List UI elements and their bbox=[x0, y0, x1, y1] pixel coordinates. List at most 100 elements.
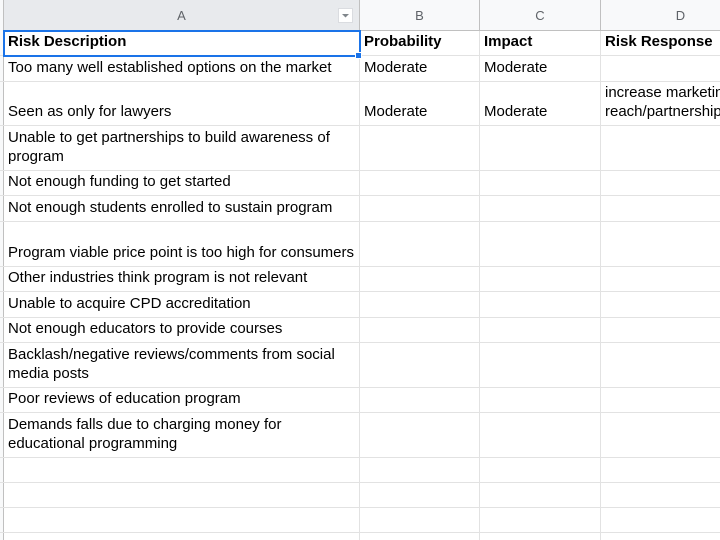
cell-a10[interactable]: Not enough educators to provide courses bbox=[4, 318, 360, 342]
cell-b3[interactable]: Moderate bbox=[360, 82, 480, 125]
cell-a17[interactable] bbox=[4, 533, 360, 540]
cell-d6[interactable] bbox=[601, 196, 720, 221]
cell-c5[interactable] bbox=[480, 171, 601, 195]
cell-a7[interactable]: Program viable price point is too high f… bbox=[4, 222, 360, 266]
cell-b7[interactable] bbox=[360, 222, 480, 266]
cell-a14[interactable] bbox=[4, 458, 360, 482]
cell-text: Seen as only for lawyers bbox=[8, 103, 172, 120]
cell-b16[interactable] bbox=[360, 508, 480, 532]
cell-d13[interactable] bbox=[601, 413, 720, 457]
cell-c14[interactable] bbox=[480, 458, 601, 482]
cell-c10[interactable] bbox=[480, 318, 601, 342]
cell-b5[interactable] bbox=[360, 171, 480, 195]
cell-d11[interactable] bbox=[601, 343, 720, 387]
column-header-row: A B C D bbox=[0, 0, 720, 31]
cell-text: Program viable price point is too high f… bbox=[8, 244, 354, 261]
cell-c4[interactable] bbox=[480, 126, 601, 170]
column-header-c[interactable]: C bbox=[480, 0, 601, 31]
column-header-a[interactable]: A bbox=[4, 0, 360, 31]
table-row bbox=[0, 533, 720, 540]
cell-d4[interactable] bbox=[601, 126, 720, 170]
table-row: Backlash/negative reviews/comments from … bbox=[0, 343, 720, 388]
cell-c17[interactable] bbox=[480, 533, 601, 540]
cell-a4[interactable]: Unable to get partnerships to build awar… bbox=[4, 126, 360, 170]
cell-d7[interactable] bbox=[601, 222, 720, 266]
cell-d14[interactable] bbox=[601, 458, 720, 482]
cell-c13[interactable] bbox=[480, 413, 601, 457]
cell-c8[interactable] bbox=[480, 267, 601, 291]
cell-d17[interactable] bbox=[601, 533, 720, 540]
cell-b12[interactable] bbox=[360, 388, 480, 412]
cell-b9[interactable] bbox=[360, 292, 480, 317]
cell-d2[interactable] bbox=[601, 56, 720, 81]
cell-b4[interactable] bbox=[360, 126, 480, 170]
cell-d10[interactable] bbox=[601, 318, 720, 342]
cell-c6[interactable] bbox=[480, 196, 601, 221]
cell-b1[interactable]: Probability bbox=[360, 31, 480, 55]
cell-b15[interactable] bbox=[360, 483, 480, 507]
cell-c11[interactable] bbox=[480, 343, 601, 387]
cell-b10[interactable] bbox=[360, 318, 480, 342]
cell-c3[interactable]: Moderate bbox=[480, 82, 601, 125]
cell-a2[interactable]: Too many well established options on the… bbox=[4, 56, 360, 81]
cell-text: Risk Description bbox=[8, 33, 127, 50]
cell-a9[interactable]: Unable to acquire CPD accreditation bbox=[4, 292, 360, 317]
cell-d15[interactable] bbox=[601, 483, 720, 507]
cell-text: Not enough students enrolled to sustain … bbox=[8, 199, 333, 216]
cell-a12[interactable]: Poor reviews of education program bbox=[4, 388, 360, 412]
cell-a16[interactable] bbox=[4, 508, 360, 532]
cell-c1[interactable]: Impact bbox=[480, 31, 601, 55]
cell-d8[interactable] bbox=[601, 267, 720, 291]
cell-a8[interactable]: Other industries think program is not re… bbox=[4, 267, 360, 291]
cell-b14[interactable] bbox=[360, 458, 480, 482]
cell-a13[interactable]: Demands falls due to charging money for … bbox=[4, 413, 360, 457]
cell-c9[interactable] bbox=[480, 292, 601, 317]
table-row bbox=[0, 508, 720, 533]
column-header-label: A bbox=[177, 8, 186, 23]
cell-c15[interactable] bbox=[480, 483, 601, 507]
cell-text: Risk Response bbox=[605, 33, 713, 50]
cell-d5[interactable] bbox=[601, 171, 720, 195]
cell-b6[interactable] bbox=[360, 196, 480, 221]
fill-handle[interactable] bbox=[355, 52, 362, 59]
cell-text: Unable to acquire CPD accreditation bbox=[8, 295, 251, 312]
cell-a15[interactable] bbox=[4, 483, 360, 507]
table-row: Other industries think program is not re… bbox=[0, 267, 720, 292]
column-header-d[interactable]: D bbox=[601, 0, 720, 31]
cell-text: Moderate bbox=[484, 59, 548, 76]
cell-b11[interactable] bbox=[360, 343, 480, 387]
cell-d16[interactable] bbox=[601, 508, 720, 532]
cell-b13[interactable] bbox=[360, 413, 480, 457]
chevron-down-icon[interactable] bbox=[338, 8, 353, 23]
cell-a1[interactable]: Risk Description bbox=[4, 31, 360, 55]
cell-b17[interactable] bbox=[360, 533, 480, 540]
cell-text: Other industries think program is not re… bbox=[8, 269, 308, 286]
table-row bbox=[0, 458, 720, 483]
cell-d12[interactable] bbox=[601, 388, 720, 412]
column-header-label: D bbox=[675, 8, 686, 23]
cell-a5[interactable]: Not enough funding to get started bbox=[4, 171, 360, 195]
cell-a11[interactable]: Backlash/negative reviews/comments from … bbox=[4, 343, 360, 387]
cell-b8[interactable] bbox=[360, 267, 480, 291]
column-header-b[interactable]: B bbox=[360, 0, 480, 31]
cell-d1[interactable]: Risk Response bbox=[601, 31, 720, 55]
table-row: Unable to acquire CPD accreditation bbox=[0, 292, 720, 318]
cell-text: Impact bbox=[484, 33, 533, 50]
column-header-label: B bbox=[415, 8, 424, 23]
cell-d3[interactable]: increase marketing reach/partnerships bbox=[601, 82, 720, 125]
table-row: Demands falls due to charging money for … bbox=[0, 413, 720, 458]
table-row: Program viable price point is too high f… bbox=[0, 222, 720, 267]
cell-d9[interactable] bbox=[601, 292, 720, 317]
table-row: Not enough students enrolled to sustain … bbox=[0, 196, 720, 222]
cell-text: Not enough educators to provide courses bbox=[8, 320, 283, 337]
cell-c12[interactable] bbox=[480, 388, 601, 412]
cell-a6[interactable]: Not enough students enrolled to sustain … bbox=[4, 196, 360, 221]
cell-text: Poor reviews of education program bbox=[8, 390, 241, 407]
cell-c7[interactable] bbox=[480, 222, 601, 266]
table-row: Seen as only for lawyers Moderate Moderate… bbox=[0, 82, 720, 126]
cell-c16[interactable] bbox=[480, 508, 601, 532]
cell-c2[interactable]: Moderate bbox=[480, 56, 601, 81]
cell-a3[interactable]: Seen as only for lawyers bbox=[4, 82, 360, 125]
table-row: Poor reviews of education program bbox=[0, 388, 720, 413]
cell-b2[interactable]: Moderate bbox=[360, 56, 480, 81]
